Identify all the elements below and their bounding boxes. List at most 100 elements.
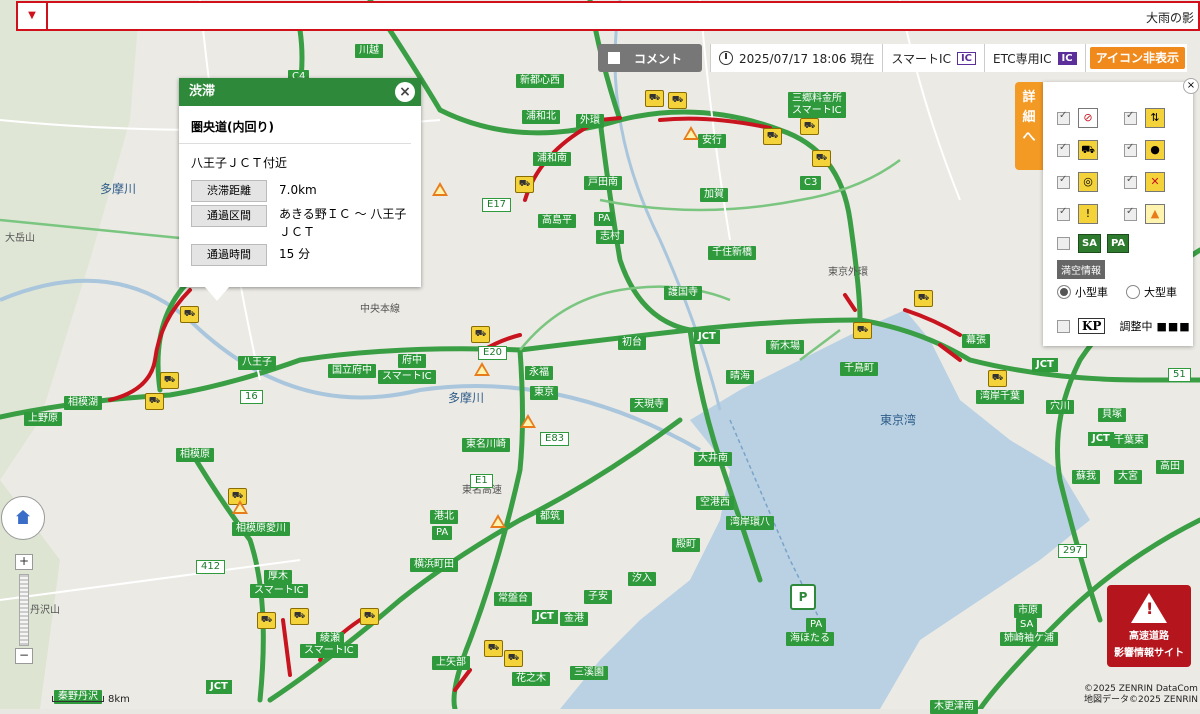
- pa-label[interactable]: PA: [594, 212, 615, 226]
- accident-checkbox[interactable]: [1124, 142, 1137, 157]
- congestion-car-icon[interactable]: ⛟: [515, 176, 534, 193]
- ic-label[interactable]: 東京: [530, 386, 558, 400]
- congestion-checkbox[interactable]: [1057, 142, 1070, 157]
- ic-label[interactable]: スマートIC: [788, 104, 846, 118]
- ic-label[interactable]: 子安: [584, 590, 612, 604]
- ic-label[interactable]: 都筑: [536, 510, 564, 524]
- ic-label[interactable]: 空港西: [696, 496, 734, 510]
- closure-checkbox[interactable]: [1057, 110, 1070, 125]
- alert-ticker[interactable]: 大雨の影: [1146, 9, 1194, 26]
- congestion-car-icon[interactable]: ⛟: [988, 370, 1007, 387]
- ic-label[interactable]: 幕張: [962, 334, 990, 348]
- warning-icon[interactable]: [432, 182, 448, 196]
- congestion-car-icon[interactable]: ⛟: [471, 326, 490, 343]
- ic-label[interactable]: 湾岸環八: [726, 516, 774, 530]
- ic-label[interactable]: 新都心西: [516, 74, 564, 88]
- large-vehicle-radio[interactable]: [1126, 285, 1140, 299]
- ic-label[interactable]: 上野原: [24, 412, 62, 426]
- congestion-car-icon[interactable]: ⛟: [853, 322, 872, 339]
- congestion-car-icon[interactable]: ⛟: [290, 608, 309, 625]
- dropdown-toggle-icon[interactable]: ▼: [18, 3, 48, 29]
- ic-label[interactable]: 川越: [355, 44, 383, 58]
- tire-checkbox[interactable]: [1057, 174, 1070, 189]
- ic-label[interactable]: 高田: [1156, 460, 1184, 474]
- ic-label[interactable]: 千鳥町: [840, 362, 878, 376]
- warning-icon[interactable]: [490, 514, 506, 528]
- jct-label[interactable]: JCT: [532, 610, 558, 624]
- ic-label[interactable]: 横浜町田: [410, 558, 458, 572]
- caution-checkbox[interactable]: [1057, 206, 1070, 221]
- jct-label[interactable]: JCT: [1032, 358, 1058, 372]
- ic-label[interactable]: 汐入: [628, 572, 656, 586]
- ic-label[interactable]: 相模原愛川: [232, 522, 290, 536]
- lane-checkbox[interactable]: [1124, 110, 1137, 125]
- ic-label[interactable]: 安行: [698, 134, 726, 148]
- ic-label[interactable]: スマートIC: [378, 370, 436, 384]
- ic-label[interactable]: 八王子: [238, 356, 276, 370]
- ic-label[interactable]: 国立府中: [328, 364, 376, 378]
- ic-label[interactable]: 新木場: [766, 340, 804, 354]
- congestion-car-icon[interactable]: ⛟: [257, 612, 276, 629]
- ic-label[interactable]: 府中: [398, 354, 426, 368]
- ic-label[interactable]: 高島平: [538, 214, 576, 228]
- ic-label[interactable]: 姉崎袖ケ浦: [1000, 632, 1058, 646]
- congestion-car-icon[interactable]: ⛟: [360, 608, 379, 625]
- pa-label[interactable]: 海ほたる: [786, 632, 834, 646]
- ic-label[interactable]: 千住新橋: [708, 246, 756, 260]
- ic-label[interactable]: 市原: [1014, 604, 1042, 618]
- ic-label[interactable]: 外環: [576, 114, 604, 128]
- zoom-out-button[interactable]: −: [15, 648, 33, 664]
- ic-label[interactable]: 護国寺: [664, 286, 702, 300]
- ic-label[interactable]: スマートIC: [300, 644, 358, 658]
- ic-label[interactable]: 殿町: [672, 538, 700, 552]
- ic-label[interactable]: 東名川崎: [462, 438, 510, 452]
- congestion-car-icon[interactable]: ⛟: [914, 290, 933, 307]
- ic-label[interactable]: 港北: [430, 510, 458, 524]
- warning-icon[interactable]: [520, 414, 536, 428]
- ic-label[interactable]: 志村: [596, 230, 624, 244]
- congestion-car-icon[interactable]: ⛟: [812, 150, 831, 167]
- congestion-car-icon[interactable]: ⛟: [668, 92, 687, 109]
- congestion-car-icon[interactable]: ⛟: [763, 128, 782, 145]
- warning-checkbox[interactable]: [1124, 206, 1137, 221]
- sapa-checkbox[interactable]: [1057, 237, 1070, 250]
- congestion-car-icon[interactable]: ⛟: [180, 306, 199, 323]
- ic-label[interactable]: 大宮: [1114, 470, 1142, 484]
- congestion-car-icon[interactable]: ⛟: [800, 118, 819, 135]
- ic-label[interactable]: 蘇我: [1072, 470, 1100, 484]
- warning-icon[interactable]: [474, 362, 490, 376]
- close-icon[interactable]: ×: [395, 82, 415, 102]
- home-button[interactable]: [1, 496, 45, 540]
- ic-label[interactable]: 常盤台: [494, 592, 532, 606]
- warning-icon[interactable]: [232, 500, 248, 514]
- ic-label[interactable]: 浦和南: [533, 152, 571, 166]
- kp-checkbox[interactable]: [1057, 319, 1070, 333]
- warning-icon[interactable]: [683, 126, 699, 140]
- small-vehicle-radio[interactable]: [1057, 285, 1071, 299]
- pa-label[interactable]: PA: [806, 618, 827, 632]
- comment-toggle-button[interactable]: コメント: [598, 44, 702, 72]
- ic-label[interactable]: 永福: [525, 366, 553, 380]
- congestion-car-icon[interactable]: ⛟: [484, 640, 503, 657]
- zoom-slider[interactable]: [19, 574, 29, 646]
- construction-checkbox[interactable]: [1124, 174, 1137, 189]
- ic-label[interactable]: 花之木: [512, 672, 550, 686]
- zoom-in-button[interactable]: +: [15, 554, 33, 570]
- ic-label[interactable]: スマートIC: [250, 584, 308, 598]
- parking-area-icon[interactable]: P: [790, 584, 816, 610]
- close-icon[interactable]: ×: [1183, 78, 1199, 94]
- ic-label[interactable]: 晴海: [726, 370, 754, 384]
- congestion-car-icon[interactable]: ⛟: [160, 372, 179, 389]
- ic-label[interactable]: 加賀: [700, 188, 728, 202]
- ic-label[interactable]: 湾岸千葉: [976, 390, 1024, 404]
- ic-label[interactable]: 穴川: [1046, 400, 1074, 414]
- congestion-car-icon[interactable]: ⛟: [504, 650, 523, 667]
- jct-label[interactable]: JCT: [694, 330, 720, 344]
- ic-label[interactable]: 相模湖: [64, 396, 102, 410]
- hide-icons-button[interactable]: アイコン非表示: [1089, 47, 1185, 69]
- detail-button[interactable]: 詳細へ: [1015, 82, 1043, 170]
- jct-label[interactable]: JCT: [1088, 432, 1114, 446]
- ic-label[interactable]: 初台: [618, 336, 646, 350]
- ic-label[interactable]: 三溪園: [570, 666, 608, 680]
- ic-label[interactable]: 天現寺: [630, 398, 668, 412]
